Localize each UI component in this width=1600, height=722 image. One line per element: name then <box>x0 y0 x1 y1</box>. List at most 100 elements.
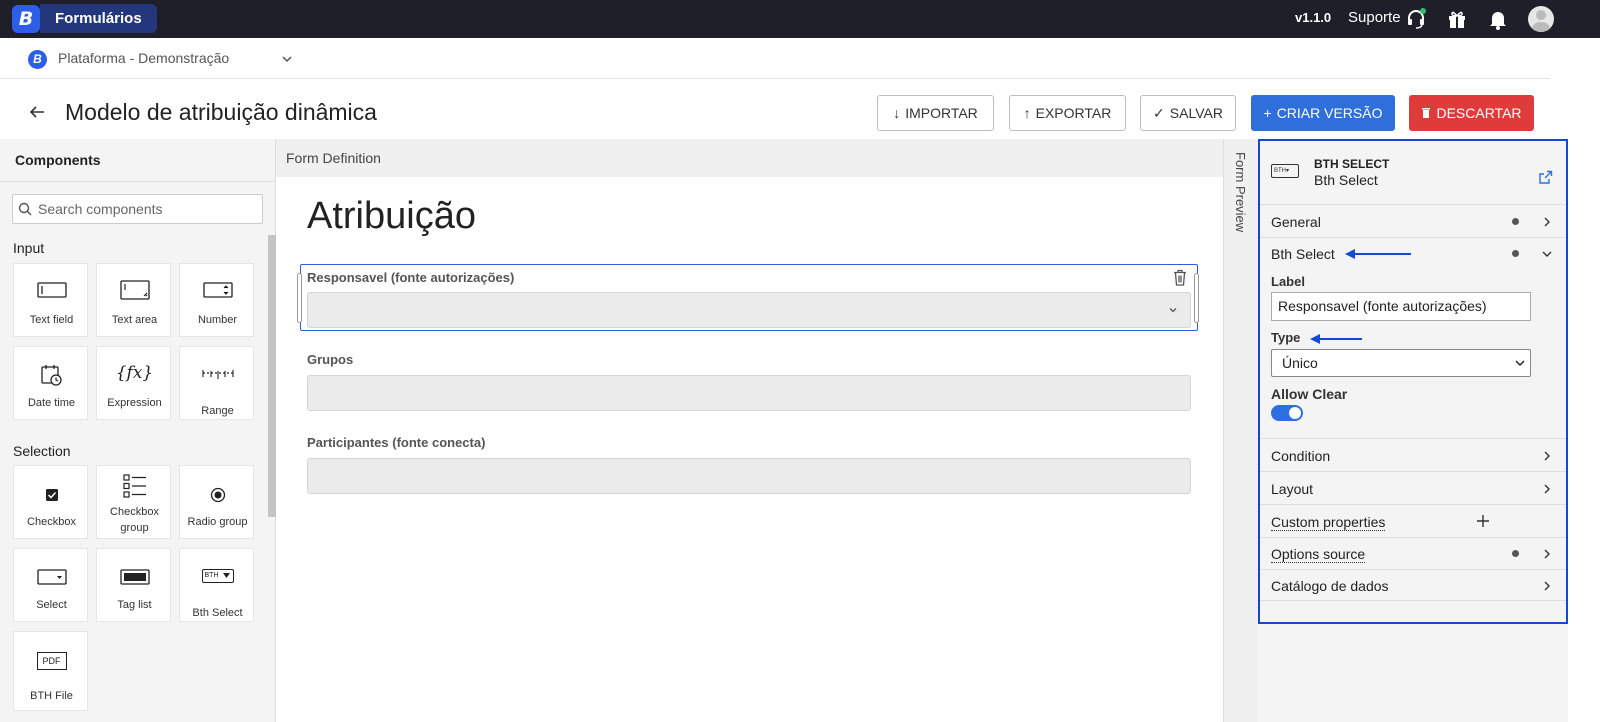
arrow-down-icon: ↓ <box>893 105 901 121</box>
chevron-down-icon <box>1515 360 1525 367</box>
chevron-right-icon <box>1544 217 1550 227</box>
component-label: Checkbox group <box>110 506 159 534</box>
export-button[interactable]: ↑ EXPORTAR <box>1009 95 1126 131</box>
platform-logo: B <box>28 50 47 69</box>
component-text-area[interactable]: Text area <box>96 263 171 337</box>
form-definition-header: Form Definition <box>276 139 1223 177</box>
scrollbar-thumb[interactable] <box>268 235 276 517</box>
section-general[interactable]: General <box>1260 204 1566 237</box>
component-name-label: Bth Select <box>1314 172 1378 188</box>
allow-clear-toggle[interactable] <box>1271 405 1303 421</box>
chevron-down-icon <box>1169 308 1177 313</box>
plus-icon[interactable] <box>1476 514 1490 528</box>
top-bar: B Formulários v1.1.0 Suporte <box>0 0 1600 38</box>
save-label: SALVAR <box>1169 105 1223 121</box>
trash-icon <box>1421 96 1431 130</box>
bth-icon-text: BTH <box>204 572 219 579</box>
component-date-time[interactable]: Date time <box>13 346 88 420</box>
import-button[interactable]: ↓ IMPORTAR <box>877 95 994 131</box>
export-label: EXPORTAR <box>1035 105 1112 121</box>
field-input-participantes[interactable] <box>307 458 1191 494</box>
component-expression[interactable]: {fx} Expression <box>96 346 171 420</box>
component-label: Date time <box>27 397 76 409</box>
range-icon <box>180 369 255 381</box>
component-text-field[interactable]: Text field <box>13 263 88 337</box>
section-label: Condition <box>1271 448 1331 464</box>
field-select-responsavel[interactable] <box>307 292 1191 328</box>
back-arrow-icon[interactable] <box>28 103 46 121</box>
support-link[interactable]: Suporte <box>1348 9 1401 26</box>
component-label: Range <box>201 405 234 417</box>
chevron-down-icon <box>1542 251 1552 257</box>
component-label: Tag list <box>117 599 152 611</box>
components-panel: Components Input Text field Text area Nu… <box>0 139 276 722</box>
search-icon <box>18 202 32 216</box>
field-input-grupos[interactable] <box>307 375 1191 411</box>
component-label: Text field <box>29 314 74 326</box>
context-bar: B Plataforma - Demonstração <box>0 38 1550 79</box>
delete-field-icon[interactable] <box>1172 269 1188 286</box>
resize-handle-left[interactable] <box>297 273 302 323</box>
bell-icon[interactable] <box>1487 8 1509 30</box>
type-select-value: Único <box>1282 355 1318 371</box>
section-label: General <box>1271 214 1321 230</box>
component-label: Radio group <box>187 516 248 528</box>
chevron-down-icon[interactable] <box>280 52 294 66</box>
section-layout[interactable]: Layout <box>1260 471 1566 504</box>
annotation-arrow <box>1310 334 1362 344</box>
component-label: Expression <box>107 397 162 409</box>
type-select[interactable]: Único <box>1271 349 1531 377</box>
bth-icon-text: BTH <box>1274 168 1286 174</box>
headset-icon[interactable] <box>1405 8 1427 30</box>
field-label: Grupos <box>307 352 354 367</box>
calendar-clock-icon <box>14 363 89 387</box>
form-preview-label: Form Preview <box>1233 152 1248 233</box>
component-radio-group[interactable]: Radio group <box>179 465 254 539</box>
component-number[interactable]: Number <box>179 263 254 337</box>
checklist-icon <box>97 474 172 498</box>
search-components[interactable] <box>12 194 263 224</box>
pdf-icon: PDF <box>14 652 89 670</box>
section-bth-select[interactable]: Bth Select <box>1260 237 1566 438</box>
section-options-source[interactable]: Options source <box>1260 537 1566 569</box>
text-area-icon <box>97 280 172 300</box>
component-checkbox-group[interactable]: Checkbox group <box>96 465 171 539</box>
component-tag-list[interactable]: Tag list <box>96 548 171 622</box>
section-custom-properties[interactable]: Custom properties <box>1260 504 1566 537</box>
chevron-right-icon <box>1544 549 1550 559</box>
component-range[interactable]: Range <box>179 346 254 420</box>
label-input[interactable]: Responsavel (fonte autorizações) <box>1271 292 1531 321</box>
user-avatar[interactable] <box>1528 6 1554 32</box>
app-name-button[interactable]: Formulários <box>40 4 157 33</box>
section-condition[interactable]: Condition <box>1260 438 1566 471</box>
components-title: Components <box>15 152 101 168</box>
search-input[interactable] <box>38 199 258 219</box>
section-catalogo[interactable]: Catálogo de dados <box>1260 569 1566 601</box>
create-version-label: CRIAR VERSÃO <box>1276 105 1383 121</box>
discard-button[interactable]: DESCARTAR <box>1409 95 1534 131</box>
component-label: Bth Select <box>192 607 243 619</box>
section-input: Input <box>13 240 45 256</box>
form-preview-tab[interactable]: Form Preview <box>1223 139 1258 722</box>
component-label: Text area <box>111 314 158 326</box>
create-version-button[interactable]: + CRIAR VERSÃO <box>1251 95 1395 131</box>
gift-icon[interactable] <box>1446 8 1468 30</box>
component-bth-file[interactable]: PDF BTH File <box>13 631 88 711</box>
component-label: Checkbox <box>27 516 76 528</box>
arrow-up-icon: ↑ <box>1023 105 1031 121</box>
bth-select-icon: BTH <box>180 569 255 583</box>
brand-logo[interactable]: B <box>12 5 40 33</box>
resize-handle-right[interactable] <box>1194 273 1199 323</box>
label-field-label: Label <box>1271 274 1305 289</box>
text-field-icon <box>14 282 89 298</box>
chevron-right-icon <box>1544 451 1550 461</box>
open-external-icon[interactable] <box>1538 170 1553 185</box>
component-label: Number <box>197 314 238 326</box>
section-label: Layout <box>1271 481 1314 497</box>
component-select[interactable]: Select <box>13 548 88 622</box>
component-bth-select[interactable]: BTH Bth Select <box>179 548 254 622</box>
platform-name[interactable]: Plataforma - Demonstração <box>58 50 229 66</box>
page-title: Modelo de atribuição dinâmica <box>65 99 377 125</box>
component-checkbox[interactable]: Checkbox <box>13 465 88 539</box>
save-button[interactable]: ✓ SALVAR <box>1140 95 1236 131</box>
